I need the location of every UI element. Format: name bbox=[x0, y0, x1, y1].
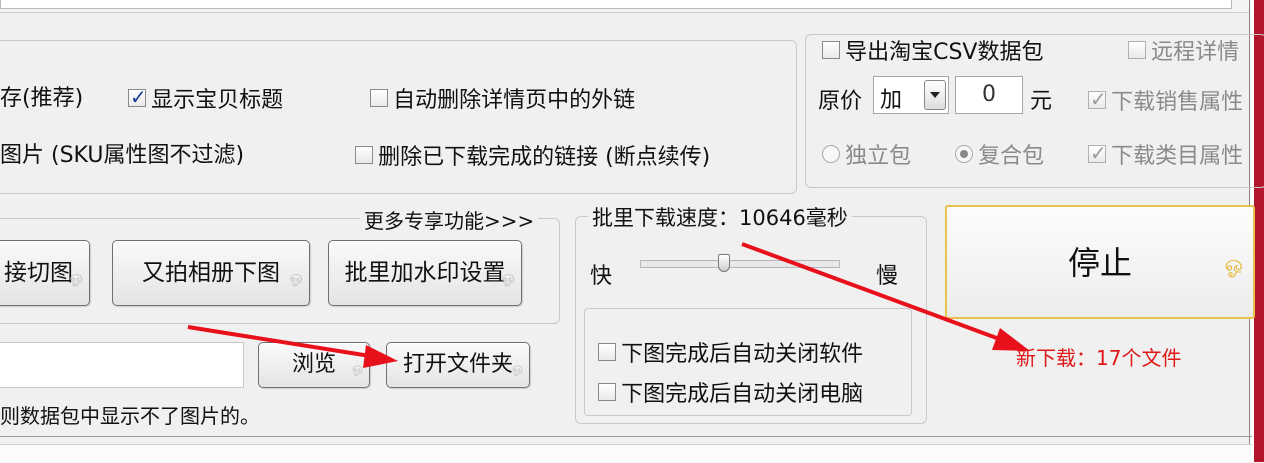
price-unit-label: 元 bbox=[1030, 89, 1053, 114]
download-cat-attr-option[interactable]: 下载类目属性 bbox=[1088, 138, 1243, 170]
remove-links-option[interactable]: 自动删除详情页中的外链 bbox=[370, 82, 635, 114]
folder-note: 则数据包中显示不了图片的。 bbox=[0, 404, 260, 428]
remove-links-checkbox[interactable] bbox=[370, 89, 388, 107]
speed-fast-label: 快 bbox=[590, 264, 613, 289]
download-sale-attr-checkbox[interactable] bbox=[1088, 87, 1107, 111]
price-op-value: 加 bbox=[880, 88, 903, 113]
bottom-divider bbox=[0, 436, 1252, 437]
price-op-select[interactable]: 加 bbox=[873, 76, 949, 114]
price-label: 原价 bbox=[818, 89, 863, 114]
show-title-label: 显示宝贝标题 bbox=[151, 88, 284, 113]
single-pack-label: 独立包 bbox=[845, 144, 912, 169]
browse-label: 浏览 bbox=[291, 352, 336, 377]
swirl-icon: ஓ bbox=[352, 361, 363, 376]
auto-close-software-label: 下图完成后自动关闭软件 bbox=[621, 342, 864, 367]
swirl-icon: ஓ bbox=[501, 267, 515, 286]
watermark-settings-label: 批里加水印设置 bbox=[344, 260, 506, 286]
swirl-icon: ஓ bbox=[69, 267, 83, 286]
download-sale-attr-label: 下载销售属性 bbox=[1111, 90, 1244, 115]
export-csv-option[interactable]: 导出淘宝CSV数据包 bbox=[822, 34, 1043, 66]
dropdown-arrow-icon[interactable] bbox=[924, 80, 946, 110]
download-sale-attr-option[interactable]: 下载销售属性 bbox=[1088, 84, 1243, 116]
auto-close-pc-label: 下图完成后自动关闭电脑 bbox=[621, 382, 864, 407]
cut-image-label: 接切图 bbox=[4, 260, 73, 286]
remove-links-label: 自动删除详情页中的外链 bbox=[393, 88, 636, 113]
remote-detail-checkbox[interactable] bbox=[1128, 41, 1146, 59]
price-value-input[interactable]: 0 bbox=[955, 76, 1023, 114]
swirl-icon: ஓ bbox=[1224, 252, 1243, 277]
watermark-settings-button[interactable]: 批里加水印设置 ஓ bbox=[328, 240, 522, 306]
save-recommended-label: 存(推荐) bbox=[0, 86, 84, 111]
swirl-icon: ஓ bbox=[289, 267, 303, 286]
price-value: 0 bbox=[982, 82, 996, 107]
folder-path-input[interactable] bbox=[0, 342, 244, 388]
export-csv-checkbox[interactable] bbox=[822, 41, 840, 59]
remote-detail-label: 远程详情 bbox=[1151, 40, 1240, 65]
delete-downloaded-option[interactable]: 删除已下载完成的链接 (断点续传) bbox=[355, 139, 710, 171]
auto-close-software-option[interactable]: 下图完成后自动关闭软件 bbox=[598, 336, 863, 368]
delete-downloaded-label: 删除已下载完成的链接 (断点续传) bbox=[378, 145, 711, 170]
more-features-link[interactable]: 更多专享功能>>> bbox=[360, 205, 539, 234]
bottom-strip bbox=[0, 444, 1252, 463]
speed-slider[interactable] bbox=[640, 254, 840, 278]
show-title-option[interactable]: 显示宝贝标题 bbox=[128, 82, 283, 114]
slider-track bbox=[640, 260, 840, 268]
swirl-icon: ஓ bbox=[512, 361, 523, 376]
remote-detail-option[interactable]: 远程详情 bbox=[1128, 34, 1239, 66]
combo-pack-radio[interactable] bbox=[955, 145, 973, 163]
youpai-album-label: 又拍相册下图 bbox=[142, 260, 280, 286]
auto-close-pc-option[interactable]: 下图完成后自动关闭电脑 bbox=[598, 376, 863, 408]
speed-slow-label: 慢 bbox=[876, 264, 899, 289]
download-cat-attr-checkbox[interactable] bbox=[1088, 141, 1107, 165]
browse-button[interactable]: 浏览 ஓ bbox=[258, 342, 370, 388]
slider-thumb[interactable] bbox=[718, 254, 730, 272]
combo-pack-option[interactable]: 复合包 bbox=[955, 138, 1044, 170]
youpai-album-button[interactable]: 又拍相册下图 ஓ bbox=[112, 240, 310, 306]
open-folder-button[interactable]: 打开文件夹 ஓ bbox=[386, 342, 530, 388]
single-pack-radio[interactable] bbox=[822, 145, 840, 163]
images-sku-label: 图片 (SKU属性图不过滤) bbox=[0, 143, 245, 168]
combo-pack-label: 复合包 bbox=[978, 144, 1045, 169]
delete-downloaded-checkbox[interactable] bbox=[355, 146, 373, 164]
stop-label: 停止 bbox=[1067, 244, 1132, 282]
single-pack-option[interactable]: 独立包 bbox=[822, 138, 911, 170]
top-field bbox=[0, 0, 1232, 9]
cut-image-button[interactable]: 接切图 ஓ bbox=[0, 240, 90, 306]
stop-button[interactable]: 停止 ஓ bbox=[945, 205, 1255, 319]
auto-close-software-checkbox[interactable] bbox=[598, 343, 616, 361]
export-csv-label: 导出淘宝CSV数据包 bbox=[845, 40, 1044, 65]
auto-close-pc-checkbox[interactable] bbox=[598, 383, 616, 401]
speed-title: 批里下载速度：10646毫秒 bbox=[588, 202, 852, 232]
download-cat-attr-label: 下载类目属性 bbox=[1111, 144, 1244, 169]
download-status: 新下载：17个文件 bbox=[1016, 346, 1182, 370]
open-folder-label: 打开文件夹 bbox=[402, 352, 513, 377]
show-title-checkbox[interactable] bbox=[128, 85, 147, 109]
